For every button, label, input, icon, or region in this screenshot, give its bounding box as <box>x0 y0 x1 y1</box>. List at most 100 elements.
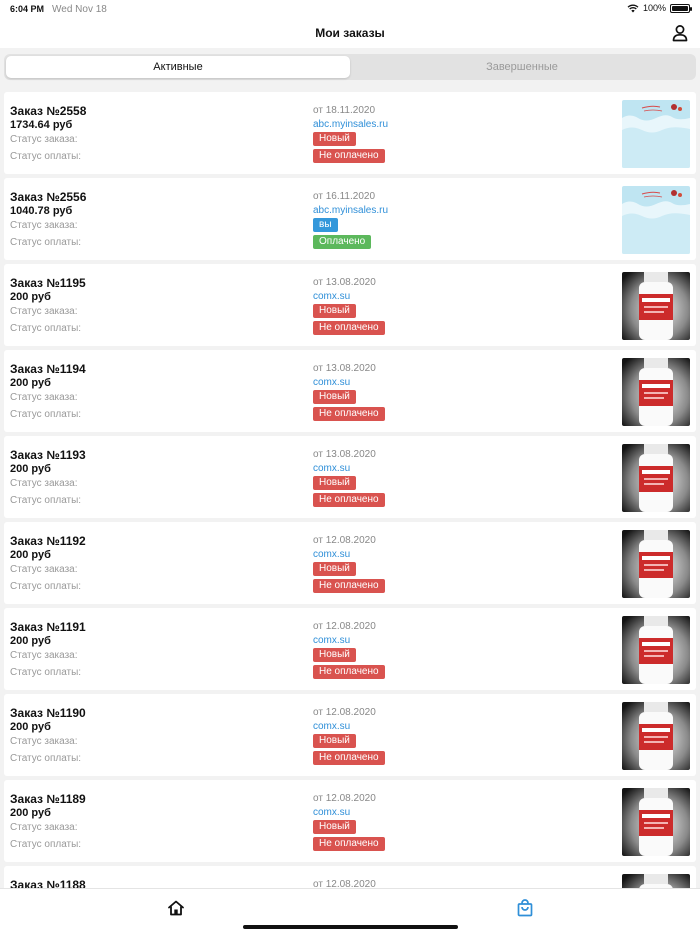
order-date: от 12.08.2020 <box>313 535 376 546</box>
order-card[interactable]: Заказ №2558 1734.64 руб Статус заказа: Стат… <box>4 92 696 174</box>
shop-link[interactable]: abc.myinsales.ru <box>313 119 388 130</box>
segment-active-orders[interactable]: Активные <box>6 56 350 78</box>
payment-status-badge: Не оплачено <box>313 751 385 765</box>
order-number: Заказ №1190 <box>10 706 86 720</box>
order-card[interactable]: Заказ №2556 1040.78 руб Статус заказа: Стат… <box>4 178 696 260</box>
product-thumbnail-bottle <box>622 444 690 512</box>
wifi-icon <box>627 4 639 12</box>
order-status-label: Статус заказа: <box>10 822 78 833</box>
order-price: 200 руб <box>10 549 51 561</box>
product-thumbnail-bottle <box>622 530 690 598</box>
product-thumbnail-bottle <box>622 702 690 770</box>
order-status-badge: Новый <box>313 734 356 748</box>
order-status-label: Статус заказа: <box>10 392 78 403</box>
product-thumbnail-bottle <box>622 616 690 684</box>
order-status-label: Статус заказа: <box>10 650 78 661</box>
home-indicator <box>243 925 458 929</box>
payment-status-label: Статус оплаты: <box>10 495 82 506</box>
order-date: от 18.11.2020 <box>313 105 376 116</box>
payment-status-label: Статус оплаты: <box>10 753 82 764</box>
orders-segmented-control: Активные Завершенные <box>4 54 696 80</box>
payment-status-label: Статус оплаты: <box>10 151 82 162</box>
order-card[interactable]: Заказ №1189 200 руб Статус заказа: Статус о… <box>4 780 696 862</box>
order-status-badge: Новый <box>313 562 356 576</box>
order-status-badge: Новый <box>313 304 356 318</box>
order-number: Заказ №2556 <box>10 190 87 204</box>
order-status-label: Статус заказа: <box>10 306 78 317</box>
payment-status-badge: Не оплачено <box>313 665 385 679</box>
shop-link[interactable]: comx.su <box>313 807 350 818</box>
home-icon[interactable] <box>167 899 185 917</box>
product-thumbnail-bottle <box>622 358 690 426</box>
order-number: Заказ №1194 <box>10 362 86 376</box>
shop-link[interactable]: abc.myinsales.ru <box>313 205 388 216</box>
segment-completed-orders[interactable]: Завершенные <box>350 56 694 78</box>
order-number: Заказ №1195 <box>10 276 86 290</box>
product-thumbnail-bottle <box>622 874 690 888</box>
order-price: 200 руб <box>10 463 51 475</box>
order-price: 200 руб <box>10 377 51 389</box>
status-time: 6:04 PM <box>10 4 45 14</box>
order-status-label: Статус заказа: <box>10 564 78 575</box>
payment-status-label: Статус оплаты: <box>10 237 82 248</box>
order-price: 200 руб <box>10 635 51 647</box>
payment-status-label: Статус оплаты: <box>10 667 82 678</box>
order-status-label: Статус заказа: <box>10 220 78 231</box>
order-number: Заказ №2558 <box>10 104 87 118</box>
shop-link[interactable]: comx.su <box>313 291 350 302</box>
order-price: 200 руб <box>10 291 51 303</box>
payment-status-badge: Не оплачено <box>313 149 385 163</box>
payment-status-badge: Не оплачено <box>313 579 385 593</box>
order-card[interactable]: Заказ №1191 200 руб Статус заказа: Статус о… <box>4 608 696 690</box>
order-status-label: Статус заказа: <box>10 478 78 489</box>
navigation-bar: Мои заказы <box>0 18 700 48</box>
payment-status-badge: Не оплачено <box>313 493 385 507</box>
order-status-label: Статус заказа: <box>10 134 78 145</box>
order-card[interactable]: Заказ №1193 200 руб Статус заказа: Статус о… <box>4 436 696 518</box>
payment-status-badge: Не оплачено <box>313 321 385 335</box>
status-date: Wed Nov 18 <box>52 4 107 15</box>
profile-icon[interactable] <box>670 23 690 43</box>
payment-status-label: Статус оплаты: <box>10 323 82 334</box>
order-price: 1040.78 руб <box>10 205 73 217</box>
shop-link[interactable]: comx.su <box>313 721 350 732</box>
order-status-badge: вы <box>313 218 338 232</box>
order-date: от 13.08.2020 <box>313 449 376 460</box>
shopping-bag-icon[interactable] <box>516 899 534 917</box>
orders-list: Заказ №2558 1734.64 руб Статус заказа: Стат… <box>0 88 700 888</box>
order-number: Заказ №1191 <box>10 620 86 634</box>
status-bar: 6:04 PM Wed Nov 18 100% <box>0 0 700 18</box>
order-card[interactable]: Заказ №1195 200 руб Статус заказа: Статус о… <box>4 264 696 346</box>
order-date: от 13.08.2020 <box>313 363 376 374</box>
order-date: от 16.11.2020 <box>313 191 376 202</box>
shop-link[interactable]: comx.su <box>313 549 350 560</box>
shop-link[interactable]: comx.su <box>313 635 350 646</box>
order-card[interactable]: Заказ №1194 200 руб Статус заказа: Статус о… <box>4 350 696 432</box>
payment-status-badge: Не оплачено <box>313 837 385 851</box>
order-card[interactable]: Заказ №1190 200 руб Статус заказа: Статус о… <box>4 694 696 776</box>
status-right: 100% <box>627 3 692 13</box>
order-card[interactable]: Заказ №1192 200 руб Статус заказа: Статус о… <box>4 522 696 604</box>
order-status-badge: Новый <box>313 390 356 404</box>
payment-status-label: Статус оплаты: <box>10 839 82 850</box>
order-price: 1734.64 руб <box>10 119 73 131</box>
order-date: от 12.08.2020 <box>313 793 376 804</box>
product-thumbnail-banner <box>622 100 690 168</box>
shop-link[interactable]: comx.su <box>313 377 350 388</box>
product-thumbnail-bottle <box>622 272 690 340</box>
payment-status-badge: Оплачено <box>313 235 372 249</box>
order-number: Заказ №1188 <box>10 878 86 888</box>
order-number: Заказ №1192 <box>10 534 86 548</box>
order-price: 200 руб <box>10 807 51 819</box>
order-status-badge: Новый <box>313 648 356 662</box>
order-number: Заказ №1189 <box>10 792 86 806</box>
order-date: от 12.08.2020 <box>313 621 376 632</box>
order-date: от 12.08.2020 <box>313 707 376 718</box>
product-thumbnail-banner <box>622 186 690 254</box>
shop-link[interactable]: comx.su <box>313 463 350 474</box>
order-date: от 13.08.2020 <box>313 277 376 288</box>
order-card[interactable]: Заказ №1188 от 12.08.2020 <box>4 866 696 888</box>
page-title: Мои заказы <box>315 26 385 40</box>
payment-status-label: Статус оплаты: <box>10 409 82 420</box>
payment-status-badge: Не оплачено <box>313 407 385 421</box>
